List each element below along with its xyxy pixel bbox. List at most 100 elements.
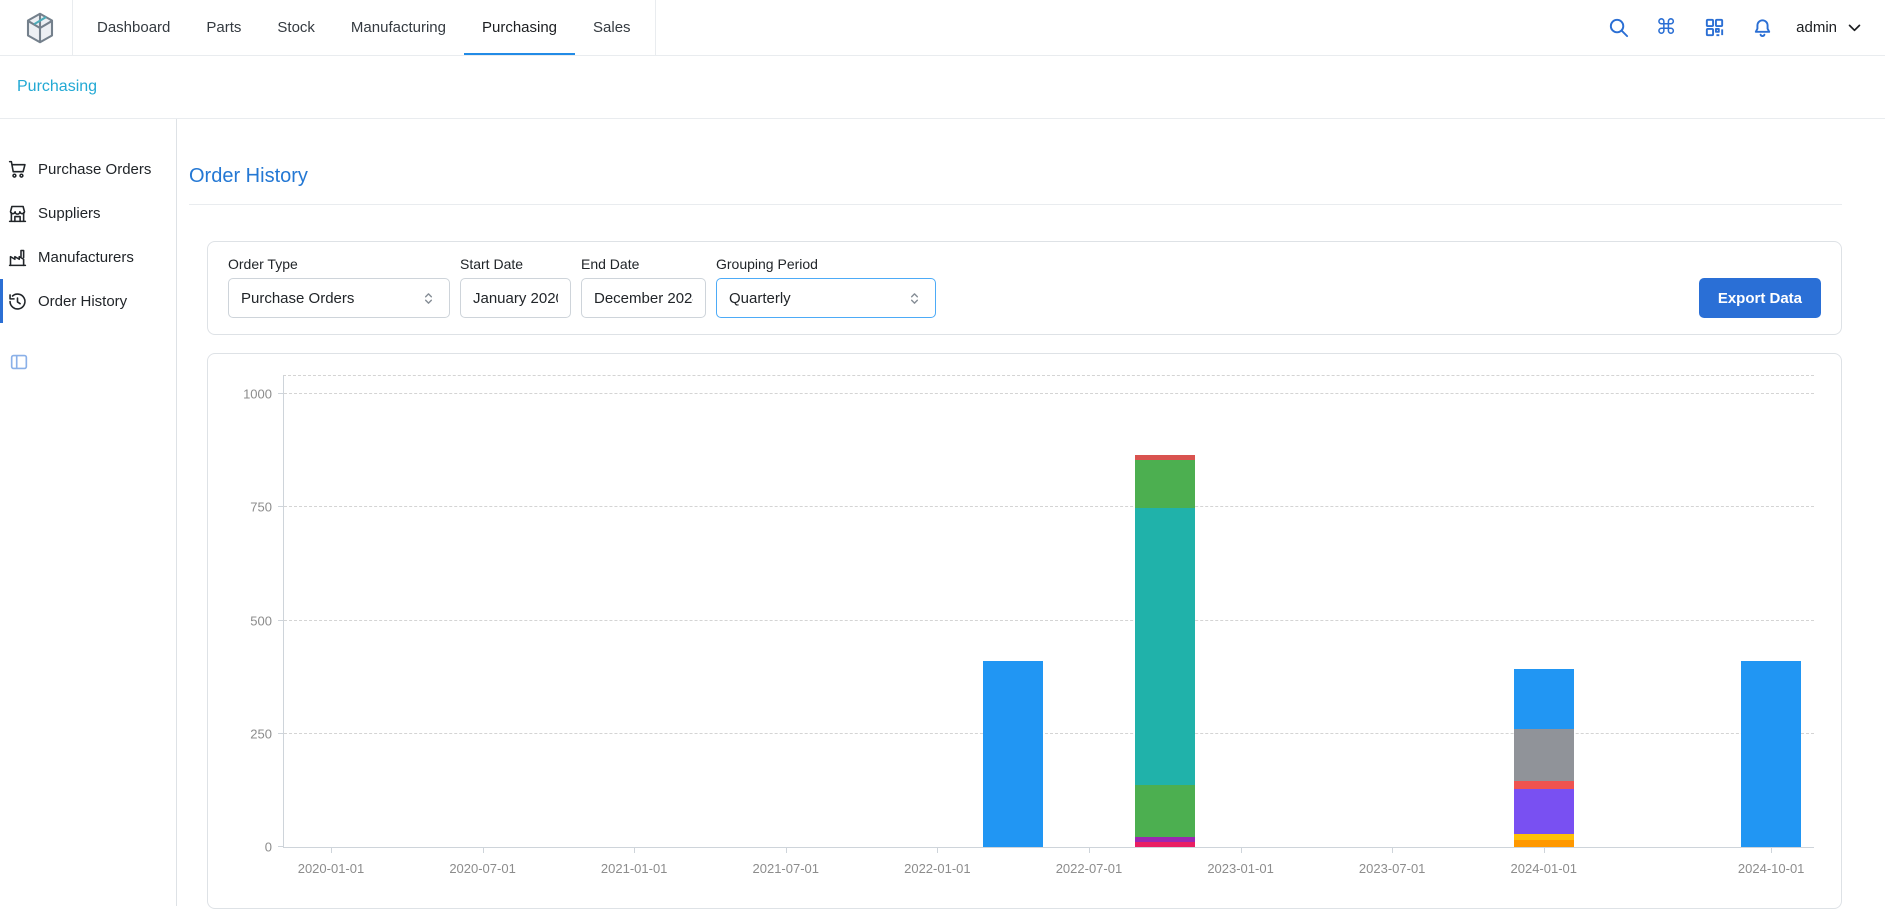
x-axis-label: 2020-01-01: [298, 861, 365, 876]
grouping-period-label: Grouping Period: [716, 256, 936, 272]
grouping-period-select[interactable]: Quarterly: [716, 278, 936, 318]
nav-item-label: Sales: [593, 19, 631, 36]
bar-segment[interactable]: [1135, 785, 1195, 837]
breadcrumb: Purchasing: [0, 56, 1885, 119]
nav-item-parts[interactable]: Parts: [188, 0, 259, 55]
nav-item-dashboard[interactable]: Dashboard: [79, 0, 188, 55]
x-axis-label: 2023-01-01: [1207, 861, 1274, 876]
x-tick-mark: [1089, 847, 1090, 853]
main-nav: Dashboard Parts Stock Manufacturing Purc…: [72, 0, 656, 55]
start-date-label: Start Date: [460, 256, 571, 272]
filter-end-date: End Date: [581, 256, 706, 318]
sidebar-item-suppliers[interactable]: Suppliers: [0, 191, 176, 235]
shopping-cart-icon: [6, 158, 28, 180]
breadcrumb-link-purchasing[interactable]: Purchasing: [17, 78, 97, 96]
grouping-period-value: Quarterly: [729, 290, 791, 307]
sidebar-item-label: Order History: [38, 293, 127, 310]
sidebar-item-label: Manufacturers: [38, 249, 134, 266]
gridline: [284, 620, 1814, 621]
select-chevrons-icon: [906, 290, 923, 307]
y-tick-mark: [278, 506, 284, 507]
x-tick-mark: [331, 847, 332, 853]
select-chevrons-icon: [420, 290, 437, 307]
bar-segment[interactable]: [1135, 842, 1195, 847]
bar-segment[interactable]: [1741, 661, 1801, 847]
x-tick-mark: [786, 847, 787, 853]
gridline: [284, 733, 1814, 734]
x-tick-mark: [937, 847, 938, 853]
stacked-bar[interactable]: [1514, 376, 1574, 847]
plot-area: 025050075010002020-01-012020-07-012021-0…: [283, 375, 1814, 848]
x-axis-label: 2021-07-01: [753, 861, 820, 876]
x-axis-label: 2023-07-01: [1359, 861, 1426, 876]
x-tick-mark: [1241, 847, 1242, 853]
gridline: [284, 506, 1814, 507]
y-axis-label: 250: [250, 726, 272, 741]
command-icon[interactable]: ⌘: [1648, 10, 1684, 46]
order-type-value: Purchase Orders: [241, 290, 354, 307]
nav-item-label: Manufacturing: [351, 19, 446, 36]
nav-item-label: Parts: [206, 19, 241, 36]
gridline: [284, 393, 1814, 394]
bar-segment[interactable]: [1135, 508, 1195, 785]
nav-item-purchasing[interactable]: Purchasing: [464, 0, 575, 55]
bar-segment[interactable]: [1514, 840, 1574, 847]
title-divider: [189, 204, 1842, 205]
start-date-input[interactable]: [460, 278, 571, 318]
username: admin: [1796, 19, 1837, 36]
x-axis-label: 2024-10-01: [1738, 861, 1805, 876]
app-logo-icon[interactable]: [22, 10, 58, 46]
history-clock-icon: [6, 290, 28, 312]
building-store-icon: [6, 202, 28, 224]
x-tick-mark: [634, 847, 635, 853]
stacked-bar[interactable]: [1135, 376, 1195, 847]
command-glyph: ⌘: [1656, 17, 1677, 38]
x-tick-mark: [1392, 847, 1393, 853]
bar-segment[interactable]: [1514, 729, 1574, 782]
user-menu[interactable]: admin: [1796, 19, 1863, 36]
x-tick-mark: [1771, 847, 1772, 853]
barcode-scan-icon[interactable]: [1696, 10, 1732, 46]
building-factory-icon: [6, 246, 28, 268]
bar-segment[interactable]: [1514, 669, 1574, 729]
notification-bell-icon[interactable]: [1744, 10, 1780, 46]
y-axis-label: 0: [265, 840, 272, 855]
nav-item-label: Stock: [277, 19, 315, 36]
nav-item-manufacturing[interactable]: Manufacturing: [333, 0, 464, 55]
nav-item-label: Dashboard: [97, 19, 170, 36]
bar-segment[interactable]: [983, 661, 1043, 847]
y-tick-mark: [278, 733, 284, 734]
page-title: Order History: [189, 165, 1842, 188]
search-icon[interactable]: [1600, 10, 1636, 46]
order-history-chart-card: 0 250 500 750 1000 2020-01-01 2020-07-01 2021-0…: [207, 353, 1842, 909]
main-panel: Order History Order Type Purchase Orders…: [177, 119, 1885, 906]
sidebar-item-order-history[interactable]: Order History: [0, 279, 176, 323]
y-axis-label: 1000: [243, 387, 272, 402]
chevron-down-icon: [1846, 19, 1863, 36]
bar-segment[interactable]: [1514, 789, 1574, 834]
sidebar-collapse-icon[interactable]: [8, 351, 32, 375]
stacked-bar[interactable]: [1741, 376, 1801, 847]
sidebar-item-manufacturers[interactable]: Manufacturers: [0, 235, 176, 279]
nav-item-sales[interactable]: Sales: [575, 0, 649, 55]
stacked-bar[interactable]: [983, 376, 1043, 847]
x-axis-label: 2022-07-01: [1056, 861, 1123, 876]
filter-grouping-period: Grouping Period Quarterly: [716, 256, 936, 318]
top-navbar: Dashboard Parts Stock Manufacturing Purc…: [0, 0, 1885, 56]
order-type-select[interactable]: Purchase Orders: [228, 278, 450, 318]
filter-panel: Order Type Purchase Orders Start Date En…: [207, 241, 1842, 335]
sidebar: Purchase Orders Suppliers Manufacturer: [0, 119, 177, 906]
end-date-input[interactable]: [581, 278, 706, 318]
y-axis-label: 750: [250, 500, 272, 515]
end-date-label: End Date: [581, 256, 706, 272]
x-axis-label: 2020-07-01: [449, 861, 516, 876]
nav-item-stock[interactable]: Stock: [259, 0, 333, 55]
export-data-button[interactable]: Export Data: [1699, 278, 1821, 318]
content-area: Purchase Orders Suppliers Manufacturer: [0, 119, 1885, 906]
sidebar-item-purchase-orders[interactable]: Purchase Orders: [0, 147, 176, 191]
bar-segment[interactable]: [1514, 781, 1574, 788]
y-axis-label: 500: [250, 613, 272, 628]
bar-segment[interactable]: [1135, 460, 1195, 508]
x-axis-label: 2024-01-01: [1511, 861, 1578, 876]
nav-item-label: Purchasing: [482, 19, 557, 36]
